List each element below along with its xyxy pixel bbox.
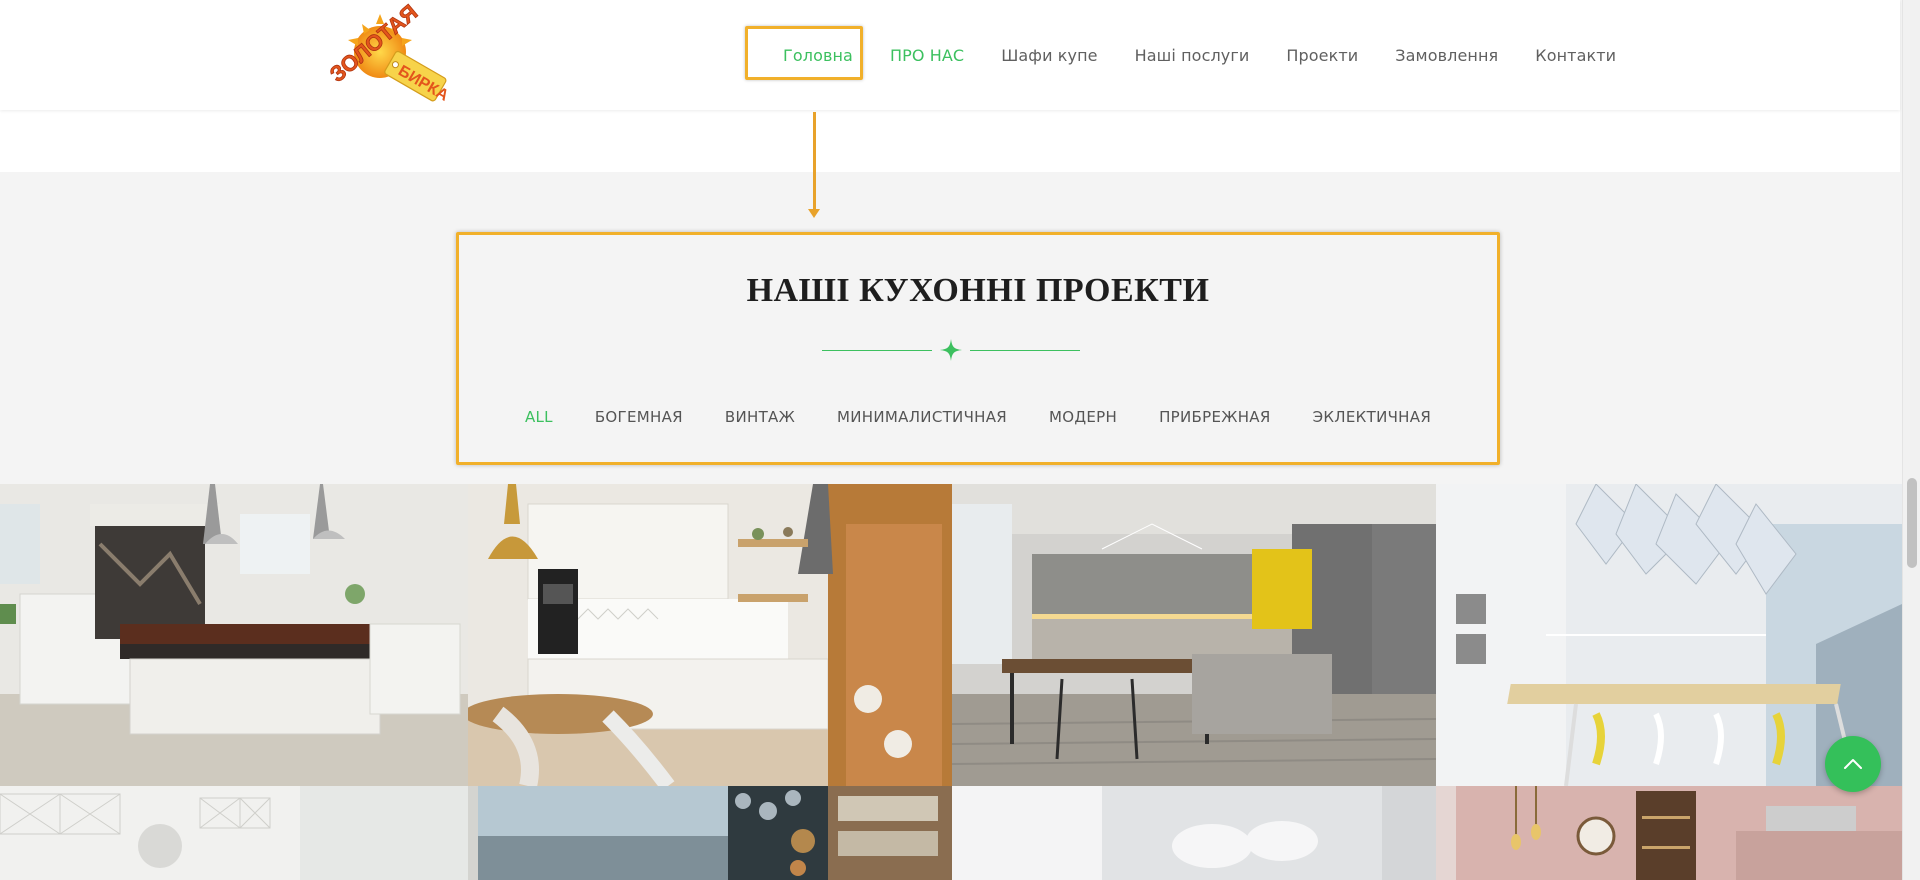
logo-icon: ЗОЛОТАЯ БИРКА [324, 0, 451, 105]
filter-all[interactable]: ALL [525, 408, 553, 426]
header-spacer [0, 110, 1900, 172]
project-filters: ALL БОГЕМНАЯ ВИНТАЖ МИНИМАЛИСТИЧНАЯ МОДЕ… [456, 408, 1500, 426]
filter-vintage[interactable]: ВИНТАЖ [725, 408, 795, 426]
page-scrollbar[interactable] [1902, 0, 1920, 880]
filter-bohemian[interactable]: БОГЕМНАЯ [595, 408, 683, 426]
nav-item-wardrobes[interactable]: Шафи купе [1001, 46, 1097, 65]
gallery-item-white-cabinet-kitchen[interactable] [0, 786, 468, 880]
divider-line-right [970, 350, 1080, 351]
back-to-top-button[interactable] [1825, 736, 1881, 792]
kitchen-image [1436, 484, 1902, 786]
gallery-item-futuristic-white-kitchen[interactable] [1436, 484, 1902, 786]
site-header: ЗОЛОТАЯ БИРКА Головна ПРО НАС Шафи купе … [0, 0, 1900, 110]
nav-item-about[interactable]: ПРО НАС [890, 46, 964, 65]
filter-modern[interactable]: МОДЕРН [1049, 408, 1117, 426]
gallery-item-wood-table-kitchen[interactable] [468, 484, 952, 786]
gallery-item-modern-grey-kitchen[interactable] [952, 484, 1436, 786]
annotation-arrow-line [813, 112, 816, 212]
filter-eclectic[interactable]: ЭКЛЕКТИЧНАЯ [1313, 408, 1431, 426]
nav-item-contacts[interactable]: Контакти [1535, 46, 1616, 65]
project-gallery [0, 484, 1902, 880]
section-title: НАШІ КУХОННІ ПРОЕКТИ [746, 272, 1210, 309]
chevron-up-icon [1844, 759, 1862, 769]
title-divider [822, 338, 1080, 364]
kitchen-image [468, 484, 952, 786]
nav-item-home[interactable]: Головна [745, 46, 853, 65]
kitchen-image [0, 484, 468, 786]
kitchen-image [468, 786, 952, 880]
kitchen-image [952, 786, 1436, 880]
nav-item-projects[interactable]: Проекти [1286, 46, 1358, 65]
filter-minimalist[interactable]: МИНИМАЛИСТИЧНАЯ [837, 408, 1007, 426]
annotation-arrow-head [808, 209, 820, 218]
kitchen-image [1436, 786, 1902, 880]
nav-item-orders[interactable]: Замовлення [1395, 46, 1498, 65]
main-nav: Головна ПРО НАС Шафи купе Наші послуги П… [745, 0, 1653, 110]
scrollbar-thumb[interactable] [1907, 478, 1917, 568]
four-point-star-icon [940, 339, 962, 361]
gallery-item-glossy-white-kitchen[interactable] [952, 786, 1436, 880]
divider-line-left [822, 350, 932, 351]
gallery-item-classic-white-kitchen[interactable] [0, 484, 468, 786]
filter-coastal[interactable]: ПРИБРЕЖНАЯ [1159, 408, 1270, 426]
gallery-item-blue-kitchen[interactable] [468, 786, 952, 880]
site-logo[interactable]: ЗОЛОТАЯ БИРКА [322, 0, 451, 110]
gallery-item-pink-kitchen[interactable] [1436, 786, 1902, 880]
kitchen-image [0, 786, 468, 880]
kitchen-image [952, 484, 1436, 786]
nav-item-services[interactable]: Наші послуги [1135, 46, 1250, 65]
